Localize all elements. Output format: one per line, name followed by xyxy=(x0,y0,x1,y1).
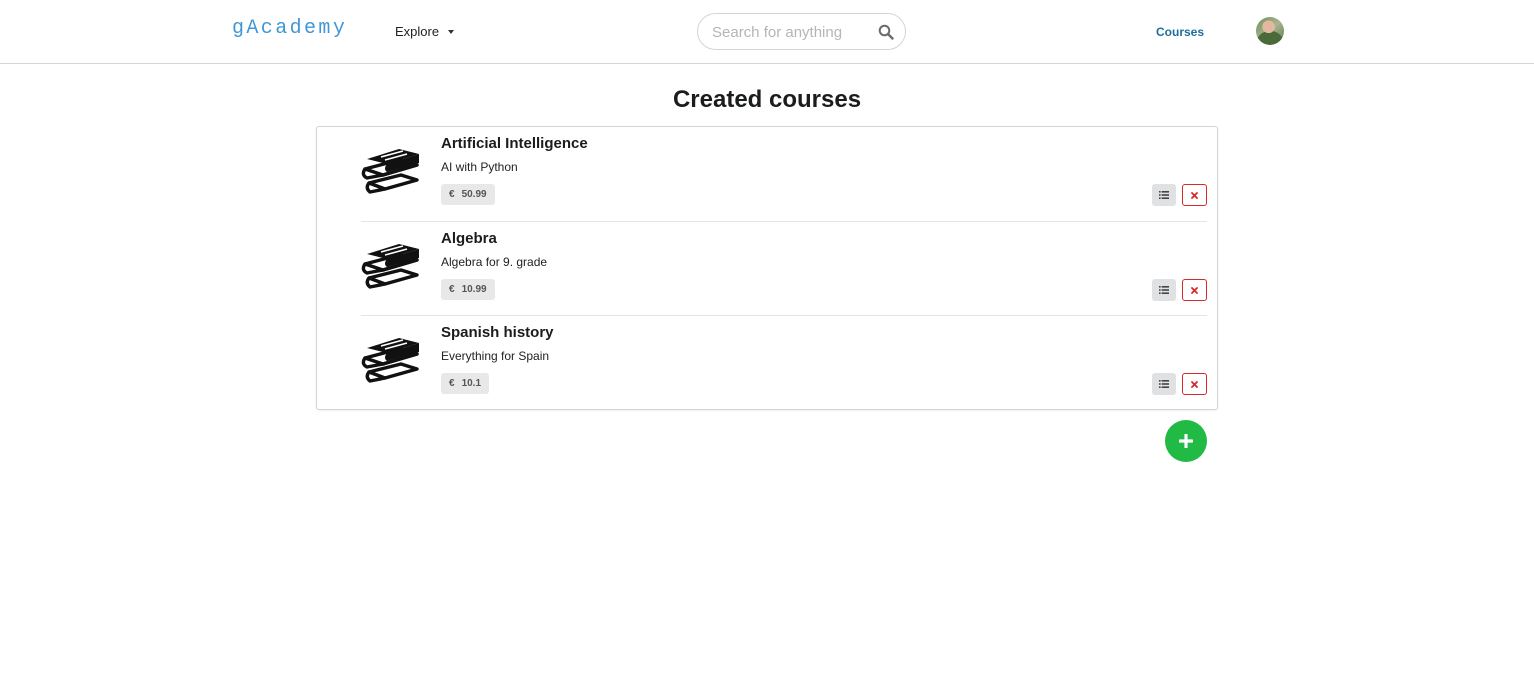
course-description: AI with Python xyxy=(441,160,518,174)
price-value: 10.1 xyxy=(461,378,482,389)
brand-logo[interactable]: gAcademy xyxy=(232,17,347,40)
list-icon xyxy=(1159,286,1169,294)
price-label: € 10.1 xyxy=(441,373,490,394)
list-icon xyxy=(1159,380,1169,388)
explore-dropdown[interactable]: Explore xyxy=(395,24,455,39)
explore-label: Explore xyxy=(395,24,440,39)
delete-course-button[interactable] xyxy=(1182,184,1207,206)
search-box xyxy=(697,13,906,50)
close-icon xyxy=(1191,286,1198,294)
close-icon xyxy=(1191,191,1198,199)
close-icon xyxy=(1191,380,1198,388)
course-title[interactable]: Spanish history xyxy=(441,324,554,341)
add-course-button[interactable] xyxy=(1165,420,1207,462)
top-navbar: gAcademy Explore Courses xyxy=(0,0,1534,64)
courses-nav-link[interactable]: Courses xyxy=(1156,25,1204,39)
page-title: Created courses xyxy=(672,86,862,113)
caret-down-icon xyxy=(448,29,455,34)
book-stack-icon xyxy=(361,244,419,289)
euro-icon: € xyxy=(449,284,455,295)
euro-icon: € xyxy=(449,378,455,389)
course-item: Algebra Algebra for 9. grade € 10.99 xyxy=(361,221,1207,315)
course-lessons-button[interactable] xyxy=(1152,279,1176,301)
course-lessons-button[interactable] xyxy=(1152,373,1176,395)
course-item: Artificial Intelligence AI with Python €… xyxy=(361,127,1207,221)
course-description: Algebra for 9. grade xyxy=(441,255,548,269)
search-icon[interactable] xyxy=(878,24,894,40)
course-item: Spanish history Everything for Spain € 1… xyxy=(361,315,1207,409)
course-title[interactable]: Algebra xyxy=(441,230,497,247)
euro-icon: € xyxy=(449,189,455,200)
book-stack-icon xyxy=(361,338,419,383)
list-icon xyxy=(1159,191,1169,199)
price-value: 50.99 xyxy=(461,189,487,200)
delete-course-button[interactable] xyxy=(1182,279,1207,301)
course-description: Everything for Spain xyxy=(441,349,550,363)
course-lessons-button[interactable] xyxy=(1152,184,1176,206)
book-stack-icon xyxy=(361,149,419,194)
user-avatar[interactable] xyxy=(1256,17,1284,45)
course-title[interactable]: Artificial Intelligence xyxy=(441,135,588,152)
price-label: € 50.99 xyxy=(441,184,495,205)
price-label: € 10.99 xyxy=(441,279,495,300)
plus-icon xyxy=(1179,434,1193,448)
search-input[interactable] xyxy=(712,22,872,42)
delete-course-button[interactable] xyxy=(1182,373,1207,395)
course-list: Artificial Intelligence AI with Python €… xyxy=(316,126,1218,410)
price-value: 10.99 xyxy=(461,284,487,295)
